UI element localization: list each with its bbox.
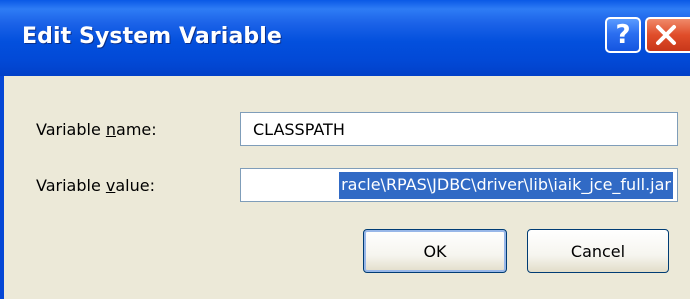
- close-button[interactable]: [645, 17, 690, 53]
- variable-name-value: CLASSPATH: [253, 120, 345, 139]
- variable-name-input[interactable]: CLASSPATH: [240, 112, 678, 146]
- variable-value-label-mnemonic: v: [105, 176, 116, 195]
- variable-name-label: Variable name:: [36, 120, 157, 139]
- variable-value-selected-text: racle\RPAS\JDBC\driver\lib\iaik_jce_full…: [339, 172, 673, 199]
- close-icon: [656, 25, 676, 45]
- dialog-title: Edit System Variable: [22, 24, 282, 49]
- variable-value-label-text: Variable: [36, 176, 106, 195]
- edit-system-variable-dialog: Edit System Variable ? Variable name: CL…: [0, 0, 690, 299]
- ok-button[interactable]: OK: [363, 229, 507, 273]
- help-icon: ?: [615, 20, 631, 50]
- variable-value-input[interactable]: racle\RPAS\JDBC\driver\lib\iaik_jce_full…: [240, 168, 678, 202]
- variable-name-label-text-end: ame:: [116, 120, 157, 139]
- variable-name-label-text: Variable: [36, 120, 106, 139]
- cancel-button[interactable]: Cancel: [527, 229, 669, 273]
- variable-value-label: Variable value:: [36, 176, 155, 195]
- variable-name-label-mnemonic: n: [105, 120, 117, 139]
- ok-button-label: OK: [423, 241, 447, 261]
- variable-value-label-text-end: alue:: [115, 176, 155, 195]
- help-button[interactable]: ?: [605, 17, 641, 53]
- cancel-button-label: Cancel: [570, 241, 626, 261]
- title-bar[interactable]: Edit System Variable ?: [0, 0, 690, 76]
